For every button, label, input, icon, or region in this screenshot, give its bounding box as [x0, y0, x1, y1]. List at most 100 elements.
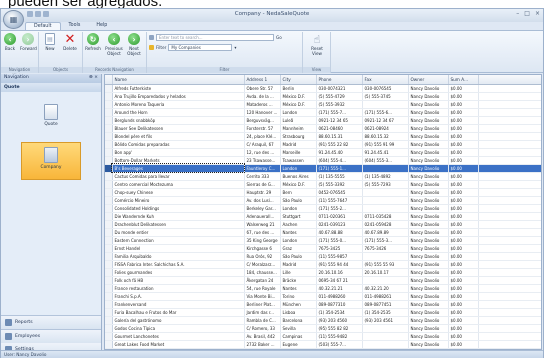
cell-address[interactable]: C/ Moralzarz...: [244, 260, 281, 269]
cell-city[interactable]: Madrid: [280, 260, 317, 269]
cell-phone[interactable]: (503) 555-7...: [316, 340, 363, 349]
cell-address[interactable]: Adenauerall...: [244, 212, 281, 221]
cell-city[interactable]: London: [280, 164, 317, 173]
cell-phone[interactable]: (91) 555 94 44: [316, 260, 363, 269]
cell-owner[interactable]: Nancy Davolio: [408, 92, 449, 101]
table-row[interactable]: France restauration 54, rue Royale Nantes 4…: [105, 284, 541, 293]
cell-sum[interactable]: $0.00: [448, 132, 479, 141]
table-row[interactable]: Berglunds snabbköp Berguvsväg... Luleå 0921…: [105, 116, 541, 125]
cell-sum[interactable]: $0.00: [448, 124, 479, 133]
cell-owner[interactable]: Nancy Davolio: [408, 180, 449, 189]
column-header-phone[interactable]: Phone: [316, 75, 363, 85]
cell-city[interactable]: México D.F.: [280, 100, 317, 109]
cell-phone[interactable]: (91) 555 22 82: [316, 140, 363, 149]
cell-phone[interactable]: (93) 203 4560: [316, 316, 363, 325]
close-button[interactable]: ×: [535, 10, 540, 17]
cell-address[interactable]: 184, chausse...: [244, 268, 281, 277]
row-indicator[interactable]: [105, 140, 113, 149]
cell-address[interactable]: Walserweg 21: [244, 220, 281, 229]
cell-fax[interactable]: (91) 555 91 99: [362, 140, 409, 149]
cell-name[interactable]: Alfreds Futterkiste: [112, 84, 245, 93]
table-row[interactable]: Blondel père et fils 24, place Klé... Stra…: [105, 132, 541, 141]
cell-name[interactable]: Folk och fä HB: [112, 276, 245, 285]
maximize-button[interactable]: □: [524, 10, 530, 17]
minimize-button[interactable]: –: [516, 10, 519, 17]
nav-group-employees[interactable]: Employees: [1, 329, 101, 343]
cell-fax[interactable]: [362, 196, 409, 205]
cell-fax[interactable]: (171) 555-6...: [362, 108, 409, 117]
row-indicator[interactable]: [105, 180, 113, 189]
cell-sum[interactable]: $0.00: [448, 252, 479, 261]
cell-sum[interactable]: $0.00: [448, 188, 479, 197]
row-indicator[interactable]: [105, 116, 113, 125]
cell-sum[interactable]: $0.00: [448, 244, 479, 253]
cell-address[interactable]: 24, place Klé...: [244, 132, 281, 141]
table-row[interactable]: Godos Cocina Típica C/ Romero, 33 Sevilla(…: [105, 324, 541, 333]
cell-city[interactable]: Eugene: [280, 340, 317, 349]
cell-address[interactable]: Obere Str. 57: [244, 84, 281, 93]
cell-name[interactable]: Bon app': [112, 148, 245, 157]
chevron-down-icon[interactable]: ▾: [234, 45, 236, 50]
table-row[interactable]: Frankenversand Berliner Plat... München 089…: [105, 300, 541, 309]
row-indicator[interactable]: [105, 132, 113, 141]
cell-city[interactable]: Marseille: [280, 148, 317, 157]
forward-button[interactable]: › Forward: [20, 33, 37, 51]
cell-sum[interactable]: $0.00: [448, 260, 479, 269]
cell-owner[interactable]: Nancy Davolio: [408, 84, 449, 93]
cell-phone[interactable]: 0711-020361: [316, 212, 363, 221]
row-indicator[interactable]: [105, 220, 113, 229]
cell-phone[interactable]: (5) 555-3392: [316, 180, 363, 189]
cell-name[interactable]: Ernst Handel: [112, 244, 245, 253]
row-indicator[interactable]: [105, 284, 113, 293]
cell-city[interactable]: Aachen: [280, 220, 317, 229]
row-indicator[interactable]: [105, 276, 113, 285]
cell-owner[interactable]: Nancy Davolio: [408, 164, 449, 173]
reset-view-button[interactable]: ☝ Reset View: [307, 33, 327, 57]
cell-address[interactable]: Berkeley Gar...: [244, 204, 281, 213]
cell-phone[interactable]: (11) 555-9482: [316, 332, 363, 341]
table-row[interactable]: Bottom-Dollar Markets 23 Tsawasse... Tsawa…: [105, 156, 541, 165]
cell-city[interactable]: Graz: [280, 244, 317, 253]
cell-fax[interactable]: (1) 135-4892: [362, 172, 409, 181]
table-row[interactable]: B's Beverages Fauntleroy C... London (171) …: [105, 163, 541, 173]
cell-city[interactable]: Lisboa: [280, 308, 317, 317]
cell-sum[interactable]: $0.00: [448, 84, 479, 93]
cell-address[interactable]: Av. dos Lusí...: [244, 196, 281, 205]
cell-address[interactable]: Hauptstr. 29: [244, 188, 281, 197]
cell-name[interactable]: Familia Arquibaldo: [112, 252, 245, 261]
row-indicator[interactable]: [105, 236, 113, 245]
cell-sum[interactable]: $0.00: [448, 220, 479, 229]
cell-phone[interactable]: 030-0074321: [316, 84, 363, 93]
cell-owner[interactable]: Nancy Davolio: [408, 252, 449, 261]
cell-name[interactable]: Folies gourmandes: [112, 268, 245, 277]
cell-address[interactable]: C/ Araquil, 67: [244, 140, 281, 149]
cell-phone[interactable]: (171) 555-1...: [316, 164, 363, 173]
cell-fax[interactable]: [362, 332, 409, 341]
cell-address[interactable]: Forsterstr. 57: [244, 124, 281, 133]
cell-city[interactable]: São Paulo: [280, 252, 317, 261]
cell-name[interactable]: FISSA Fabrica Inter. Salchichas S.A.: [112, 260, 245, 269]
cell-fax[interactable]: 40.32.21.20: [362, 284, 409, 293]
cell-phone[interactable]: 0452-076545: [316, 188, 363, 197]
new-button[interactable]: ▤ New: [42, 33, 58, 51]
column-header-sum[interactable]: Sum A...: [448, 75, 479, 85]
cell-name[interactable]: Die Wandernde Kuh: [112, 212, 245, 221]
nav-group-reports[interactable]: Reports: [1, 315, 101, 329]
row-indicator[interactable]: [105, 188, 113, 197]
cell-name[interactable]: Comércio Mineiro: [112, 196, 245, 205]
cell-owner[interactable]: Nancy Davolio: [408, 148, 449, 157]
table-row[interactable]: Alfreds Futterkiste Obere Str. 57 Berlin 03…: [105, 84, 541, 93]
cell-city[interactable]: Mannheim: [280, 124, 317, 133]
cell-fax[interactable]: (5) 555-7293: [362, 180, 409, 189]
cell-phone[interactable]: (5) 555-4729: [316, 92, 363, 101]
cell-city[interactable]: Strasbourg: [280, 132, 317, 141]
cell-sum[interactable]: $0.00: [448, 108, 479, 117]
cell-address[interactable]: Rua Orós, 92: [244, 252, 281, 261]
row-indicator[interactable]: [105, 268, 113, 277]
cell-phone[interactable]: (1) 354-2534: [316, 308, 363, 317]
cell-name[interactable]: Godos Cocina Típica: [112, 324, 245, 333]
table-row[interactable]: Ernst Handel Kirchgasse 6 Graz 7675-3425 767…: [105, 244, 541, 253]
cell-city[interactable]: Madrid: [280, 140, 317, 149]
cell-name[interactable]: Gourmet Lanchonetes: [112, 332, 245, 341]
row-indicator[interactable]: [105, 324, 113, 333]
